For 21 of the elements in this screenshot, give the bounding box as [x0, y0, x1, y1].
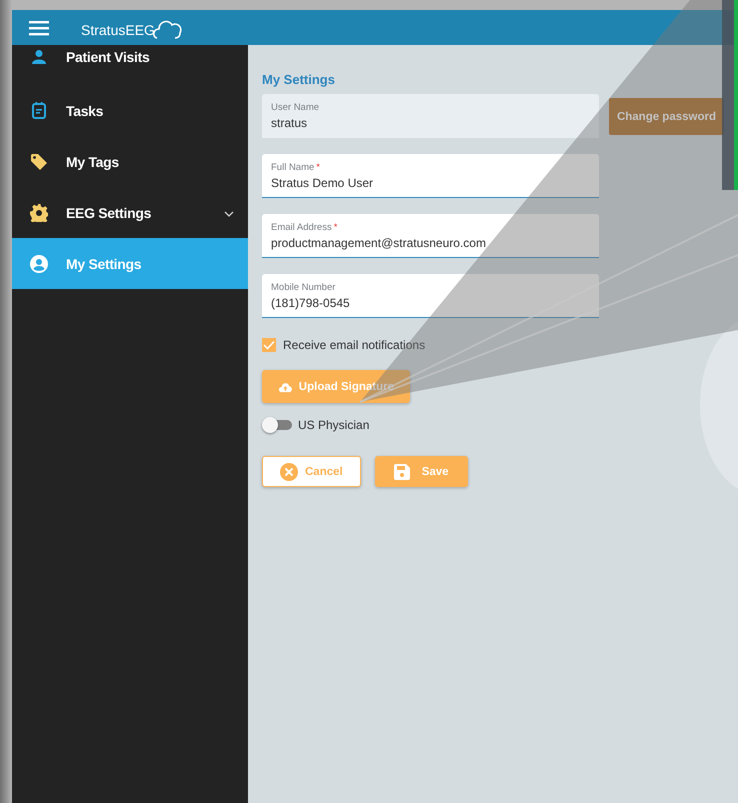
nav-item[interactable]: My Tags: [12, 136, 248, 187]
calendar-icon: [32, 102, 46, 119]
page-title: My Settings: [262, 72, 336, 87]
checkbox[interactable]: [262, 338, 276, 352]
gear-icon: [30, 204, 48, 222]
input-field[interactable]: Mobile Number (181)798-0545: [262, 274, 599, 318]
close-icon: [280, 462, 298, 480]
person-icon: [31, 49, 47, 65]
toggle-switch[interactable]: [262, 418, 292, 432]
input-field[interactable]: Full Name * Stratus Demo User: [262, 154, 599, 198]
account-icon: [30, 254, 48, 272]
nav-item[interactable]: Patient Visits: [12, 45, 248, 85]
nav-item[interactable]: EEG Settings: [12, 187, 248, 238]
menu-button[interactable]: [29, 20, 49, 36]
logo: StratusEEG: [81, 22, 155, 40]
input-field[interactable]: Email Address * productmanagement@stratusneuro.com: [262, 214, 599, 258]
tag-icon: [30, 152, 48, 170]
menu-icon: [29, 20, 49, 36]
nav-item[interactable]: Tasks: [12, 85, 248, 136]
toggle-label: US Physician: [298, 418, 370, 432]
checkbox-label: Receive email notifications: [283, 338, 426, 352]
